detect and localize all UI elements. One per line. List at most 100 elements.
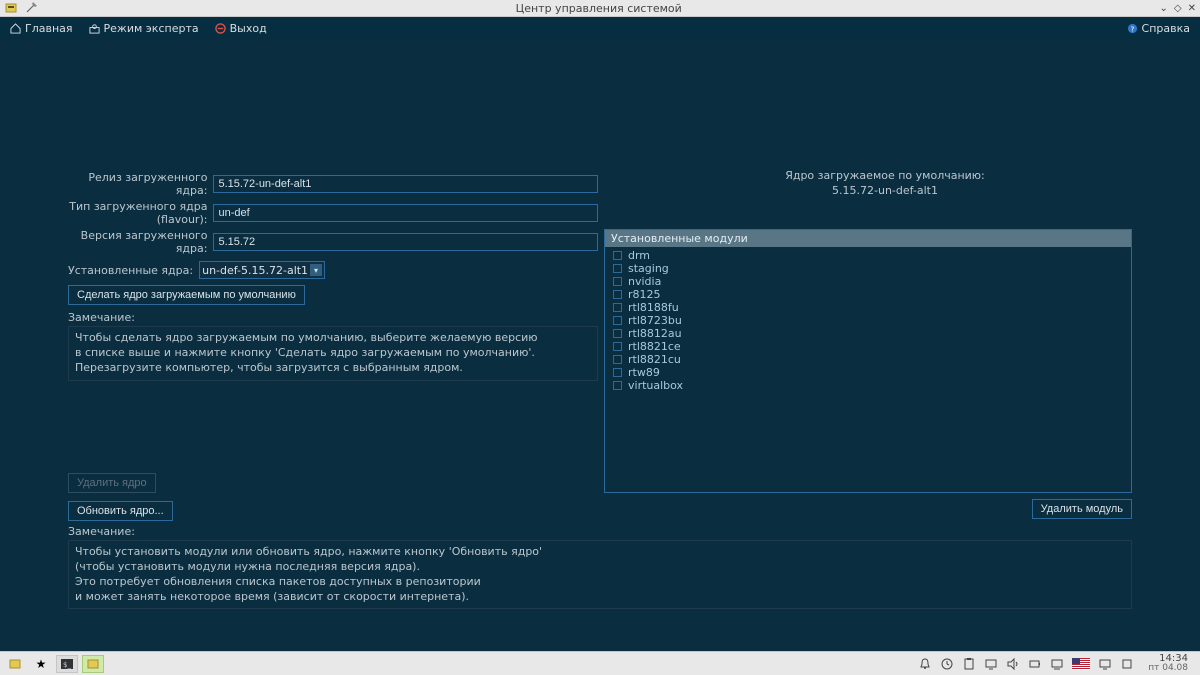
taskbar-clock[interactable]: 14:34 пт 04.08 (1148, 654, 1188, 673)
modules-list[interactable]: drmstagingnvidiar8125rtl8188furtl8723bur… (605, 247, 1131, 492)
module-item[interactable]: virtualbox (609, 379, 1127, 392)
taskbar-active-window[interactable] (82, 655, 104, 673)
installed-label: Установленные ядра: (68, 264, 199, 277)
module-item[interactable]: rtw89 (609, 366, 1127, 379)
module-item[interactable]: r8125 (609, 288, 1127, 301)
note-line: Чтобы сделать ядро загружаемым по умолча… (75, 331, 591, 346)
module-checkbox[interactable] (613, 355, 622, 364)
module-label: drm (628, 249, 650, 262)
module-label: nvidia (628, 275, 661, 288)
release-label: Релиз загруженного ядра: (68, 171, 213, 197)
module-item[interactable]: rtl8821ce (609, 340, 1127, 353)
clock-date: пт 04.08 (1148, 664, 1188, 673)
release-field[interactable] (213, 175, 598, 193)
module-item[interactable]: rtl8821cu (609, 353, 1127, 366)
module-checkbox[interactable] (613, 368, 622, 377)
module-actions: Удалить модуль (1032, 499, 1132, 519)
chevron-down-icon: ▾ (310, 264, 322, 276)
minimize-icon[interactable]: ⌄ (1160, 3, 1168, 14)
module-label: rtl8821ce (628, 340, 681, 353)
module-label: rtl8812au (628, 327, 682, 340)
taskbar: ★ $_ 14:34 пт 04.08 (0, 651, 1200, 675)
remove-kernel-button[interactable]: Удалить ядро (68, 473, 156, 493)
module-item[interactable]: staging (609, 262, 1127, 275)
menu-help-label: Справка (1142, 22, 1190, 35)
maximize-icon[interactable]: ◇ (1174, 3, 1182, 14)
default-kernel-title: Ядро загружаемое по умолчанию: (640, 169, 1130, 182)
menu-help[interactable]: ? Справка (1127, 22, 1190, 35)
clock-icon[interactable] (940, 657, 954, 671)
app-icon (4, 1, 18, 15)
make-default-button[interactable]: Сделать ядро загружаемым по умолчанию (68, 285, 305, 305)
note-label: Замечание: (68, 311, 598, 324)
module-checkbox[interactable] (613, 277, 622, 286)
kernel-actions: Удалить ядро Обновить ядро... (68, 473, 598, 521)
module-item[interactable]: rtl8723bu (609, 314, 1127, 327)
menu-exit-label: Выход (230, 22, 267, 35)
system-tray: 14:34 пт 04.08 (918, 654, 1188, 673)
module-item[interactable]: rtl8812au (609, 327, 1127, 340)
home-icon (10, 23, 21, 34)
installed-kernel-value: un-def-5.15.72-alt1 (202, 264, 308, 277)
installed-kernel-select[interactable]: un-def-5.15.72-alt1 ▾ (199, 261, 325, 279)
module-item[interactable]: nvidia (609, 275, 1127, 288)
version-field[interactable] (213, 233, 598, 251)
menu-exit[interactable]: Выход (215, 22, 267, 35)
default-kernel-info: Ядро загружаемое по умолчанию: 5.15.72-u… (640, 169, 1130, 197)
module-label: virtualbox (628, 379, 683, 392)
lower-note-box: Чтобы установить модули или обновить ядр… (68, 540, 1132, 609)
battery-icon[interactable] (1028, 657, 1042, 671)
module-checkbox[interactable] (613, 251, 622, 260)
menu-expert-label: Режим эксперта (104, 22, 199, 35)
lower-note-label: Замечание: (68, 525, 1132, 538)
module-checkbox[interactable] (613, 342, 622, 351)
notifications-icon[interactable] (918, 657, 932, 671)
volume-icon[interactable] (1006, 657, 1020, 671)
module-label: rtl8821cu (628, 353, 681, 366)
network-icon[interactable] (1050, 657, 1064, 671)
remove-module-button[interactable]: Удалить модуль (1032, 499, 1132, 519)
titlebar: Центр управления системой ⌄ ◇ ✕ (0, 0, 1200, 17)
modules-header: Установленные модули (605, 230, 1131, 247)
note-line: и может занять некоторое время (зависит … (75, 590, 1125, 605)
exit-icon (215, 23, 226, 34)
note-line: Это потребует обновления списка пакетов … (75, 575, 1125, 590)
modules-panel: Установленные модули drmstagingnvidiar81… (604, 229, 1132, 493)
flavour-label: Тип загруженного ядра (flavour): (68, 200, 213, 226)
square-icon[interactable] (1120, 657, 1134, 671)
kernel-fields: Релиз загруженного ядра: Тип загруженног… (68, 171, 598, 381)
taskbar-bookmarks[interactable]: ★ (30, 655, 52, 673)
module-checkbox[interactable] (613, 329, 622, 338)
module-checkbox[interactable] (613, 381, 622, 390)
update-kernel-button[interactable]: Обновить ядро... (68, 501, 173, 521)
version-label: Версия загруженного ядра: (68, 229, 213, 255)
module-label: staging (628, 262, 669, 275)
window-title: Центр управления системой (38, 2, 1160, 15)
display-icon[interactable] (984, 657, 998, 671)
clipboard-icon[interactable] (962, 657, 976, 671)
help-icon: ? (1127, 23, 1138, 34)
module-item[interactable]: rtl8188fu (609, 301, 1127, 314)
note-line: в списке выше и нажмите кнопку 'Сделать … (75, 346, 591, 361)
keyboard-layout-flag[interactable] (1072, 658, 1090, 670)
content: Релиз загруженного ядра: Тип загруженног… (0, 39, 1200, 651)
taskbar-app-menu[interactable] (4, 655, 26, 673)
note-line: Чтобы установить модули или обновить ядр… (75, 545, 1125, 560)
svg-text:$_: $_ (63, 661, 71, 669)
note-line: (чтобы установить модули нужна последняя… (75, 560, 1125, 575)
flavour-field[interactable] (213, 204, 598, 222)
module-item[interactable]: drm (609, 249, 1127, 262)
close-icon[interactable]: ✕ (1188, 3, 1196, 14)
module-checkbox[interactable] (613, 264, 622, 273)
menu-home[interactable]: Главная (10, 22, 73, 35)
module-label: rtl8188fu (628, 301, 679, 314)
module-checkbox[interactable] (613, 290, 622, 299)
svg-text:?: ? (1130, 24, 1134, 33)
module-checkbox[interactable] (613, 316, 622, 325)
pin-icon[interactable] (24, 1, 38, 15)
monitor-icon[interactable] (1098, 657, 1112, 671)
default-kernel-value: 5.15.72-un-def-alt1 (640, 184, 1130, 197)
menu-expert[interactable]: Режим эксперта (89, 22, 199, 35)
module-checkbox[interactable] (613, 303, 622, 312)
taskbar-terminal[interactable]: $_ (56, 655, 78, 673)
